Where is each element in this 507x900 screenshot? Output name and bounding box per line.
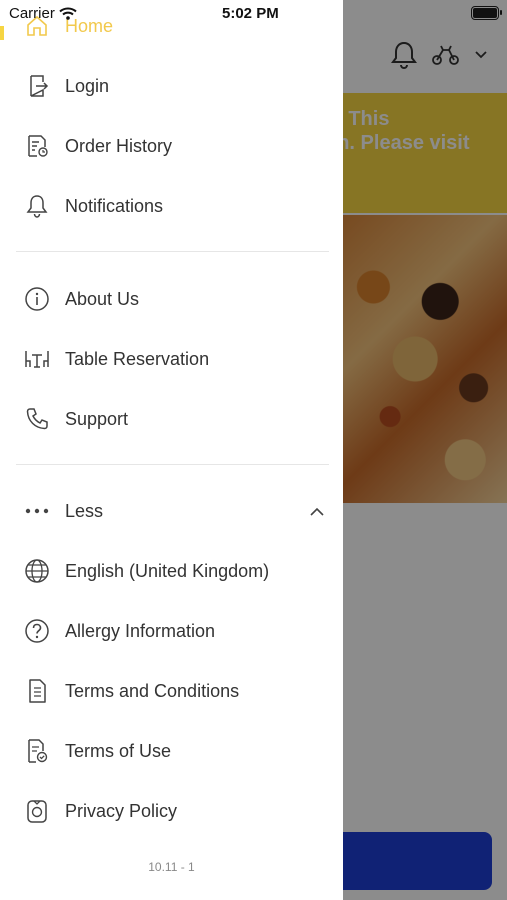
menu-item-about-us[interactable]: About Us: [0, 274, 343, 324]
table-icon: [24, 346, 50, 372]
more-dots-icon: [24, 498, 50, 524]
divider: [16, 464, 329, 465]
menu-item-label: Less: [65, 500, 104, 521]
info-icon: [24, 286, 50, 312]
status-time: 5:02 PM: [222, 5, 279, 22]
menu-item-login[interactable]: Login: [0, 61, 343, 111]
menu-item-allergy-information[interactable]: Allergy Information: [0, 606, 343, 656]
menu-toggle-less[interactable]: Less: [0, 486, 343, 536]
document-check-icon: [24, 738, 50, 764]
menu-item-order-history[interactable]: Order History: [0, 121, 343, 171]
status-carrier: Carrier: [9, 5, 77, 22]
order-history-icon: [24, 133, 50, 159]
privacy-icon: [24, 798, 50, 824]
app-version: 10.11 - 1: [148, 860, 195, 874]
menu-item-notifications[interactable]: Notifications: [0, 181, 343, 231]
globe-icon: [24, 558, 50, 584]
menu-item-language[interactable]: English (United Kingdom): [0, 546, 343, 596]
menu-item-label: Privacy Policy: [65, 800, 178, 821]
question-icon: [24, 618, 50, 644]
menu-item-label: Login: [65, 75, 110, 96]
bell-icon: [24, 193, 50, 219]
login-icon: [24, 73, 50, 99]
battery-icon: [471, 6, 502, 20]
menu-item-label: Notifications: [65, 195, 164, 216]
phone-icon: [24, 406, 50, 432]
divider: [16, 251, 329, 252]
menu-item-label: Order History: [65, 135, 173, 156]
carrier-label: Carrier: [9, 5, 55, 22]
menu-item-label: English (United Kingdom): [65, 560, 270, 581]
menu-item-table-reservation[interactable]: Table Reservation: [0, 334, 343, 384]
menu-item-label: Terms of Use: [65, 740, 172, 761]
menu-item-label: About Us: [65, 288, 140, 309]
menu-item-privacy-policy[interactable]: Privacy Policy: [0, 786, 343, 836]
menu-item-support[interactable]: Support: [0, 394, 343, 444]
menu-item-terms-and-conditions[interactable]: Terms and Conditions: [0, 666, 343, 716]
menu-item-label: Table Reservation: [65, 348, 210, 369]
chevron-up-icon: [309, 503, 325, 519]
menu-item-terms-of-use[interactable]: Terms of Use: [0, 726, 343, 776]
wifi-icon: [59, 7, 77, 20]
status-bar: Carrier 5:02 PM: [0, 0, 507, 28]
menu-item-label: Support: [65, 408, 129, 429]
document-icon: [24, 678, 50, 704]
side-drawer: Home Login Order History Notifications A…: [0, 0, 343, 900]
menu-item-label: Terms and Conditions: [65, 680, 240, 701]
menu-item-label: Allergy Information: [65, 620, 216, 641]
